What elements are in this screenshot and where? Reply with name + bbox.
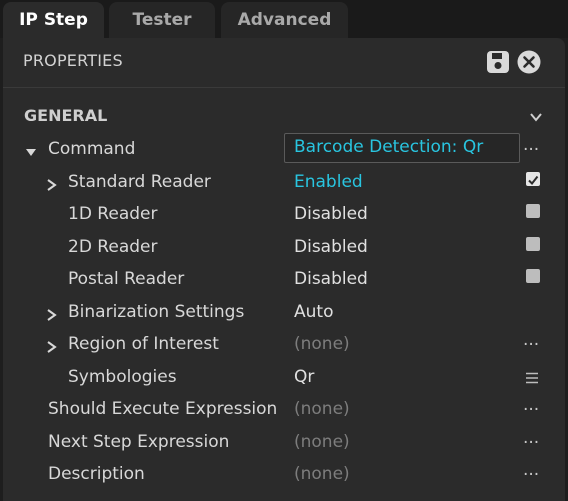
tab-label: Advanced — [237, 10, 332, 30]
should-execute-expression-row[interactable]: Should Execute Expression (none) ... — [3, 393, 565, 425]
tab-advanced[interactable]: Advanced — [221, 2, 348, 38]
expand-down-icon[interactable] — [25, 143, 37, 156]
next-step-expression-more-button[interactable]: ... — [523, 428, 539, 448]
chevron-down-icon[interactable] — [529, 109, 543, 123]
region-of-interest-value: (none) — [294, 334, 350, 354]
panel-header: PROPERTIES — [3, 38, 565, 88]
symbologies-row[interactable]: Symbologies Qr — [3, 361, 565, 393]
close-circle-icon[interactable] — [517, 50, 541, 74]
command-field[interactable]: Barcode Detection: Qr — [284, 133, 520, 163]
properties-panel: PROPERTIES GENERAL Command Barcode Detec… — [3, 38, 565, 501]
next-step-expression-row[interactable]: Next Step Expression (none) ... — [3, 426, 565, 458]
next-step-expression-label: Next Step Expression — [48, 432, 230, 452]
description-row[interactable]: Description (none) ... — [3, 458, 565, 490]
region-of-interest-row[interactable]: Region of Interest (none) ... — [3, 328, 565, 360]
tab-label: IP Step — [19, 10, 88, 30]
should-execute-expression-label: Should Execute Expression — [48, 399, 278, 419]
description-more-button[interactable]: ... — [523, 460, 539, 480]
postal-reader-row[interactable]: Postal Reader Disabled — [3, 263, 565, 295]
standard-reader-row[interactable]: Standard Reader Enabled — [3, 166, 565, 198]
symbologies-value: Qr — [294, 367, 315, 387]
list-icon[interactable] — [525, 370, 539, 384]
tab-label: Tester — [132, 10, 192, 30]
postal-reader-value: Disabled — [294, 269, 368, 289]
expand-right-icon[interactable] — [45, 338, 57, 353]
symbologies-label: Symbologies — [68, 367, 177, 387]
standard-reader-value: Enabled — [294, 172, 363, 192]
1d-reader-value: Disabled — [294, 204, 368, 224]
region-of-interest-label: Region of Interest — [68, 334, 219, 354]
next-step-expression-value: (none) — [294, 432, 350, 452]
1d-reader-row[interactable]: 1D Reader Disabled — [3, 198, 565, 230]
description-value: (none) — [294, 464, 350, 484]
section-general: GENERAL — [24, 106, 108, 125]
2d-reader-label: 2D Reader — [68, 237, 158, 257]
binarization-settings-row[interactable]: Binarization Settings Auto — [3, 296, 565, 328]
standard-reader-checkbox[interactable] — [526, 172, 540, 186]
postal-reader-label: Postal Reader — [68, 269, 185, 289]
postal-reader-checkbox[interactable] — [526, 269, 540, 283]
should-execute-expression-more-button[interactable]: ... — [523, 395, 539, 415]
standard-reader-label: Standard Reader — [68, 172, 211, 192]
panel-title: PROPERTIES — [23, 51, 123, 70]
checkmark-icon — [528, 175, 539, 186]
2d-reader-value: Disabled — [294, 237, 368, 257]
expand-right-icon[interactable] — [45, 306, 57, 321]
1d-reader-label: 1D Reader — [68, 204, 158, 224]
tab-bar: IP Step Tester Advanced — [0, 0, 568, 38]
region-of-interest-more-button[interactable]: ... — [523, 330, 539, 350]
binarization-settings-label: Binarization Settings — [68, 302, 245, 322]
save-icon[interactable] — [486, 50, 510, 74]
command-more-button[interactable]: ... — [523, 135, 539, 155]
should-execute-expression-value: (none) — [294, 399, 350, 419]
command-label: Command — [48, 139, 136, 159]
expand-right-icon[interactable] — [45, 176, 57, 191]
tab-tester[interactable]: Tester — [109, 2, 215, 38]
2d-reader-checkbox[interactable] — [526, 237, 540, 251]
description-label: Description — [48, 464, 145, 484]
binarization-settings-value: Auto — [294, 302, 334, 322]
tab-ip-step[interactable]: IP Step — [3, 2, 104, 38]
1d-reader-checkbox[interactable] — [526, 204, 540, 218]
2d-reader-row[interactable]: 2D Reader Disabled — [3, 231, 565, 263]
